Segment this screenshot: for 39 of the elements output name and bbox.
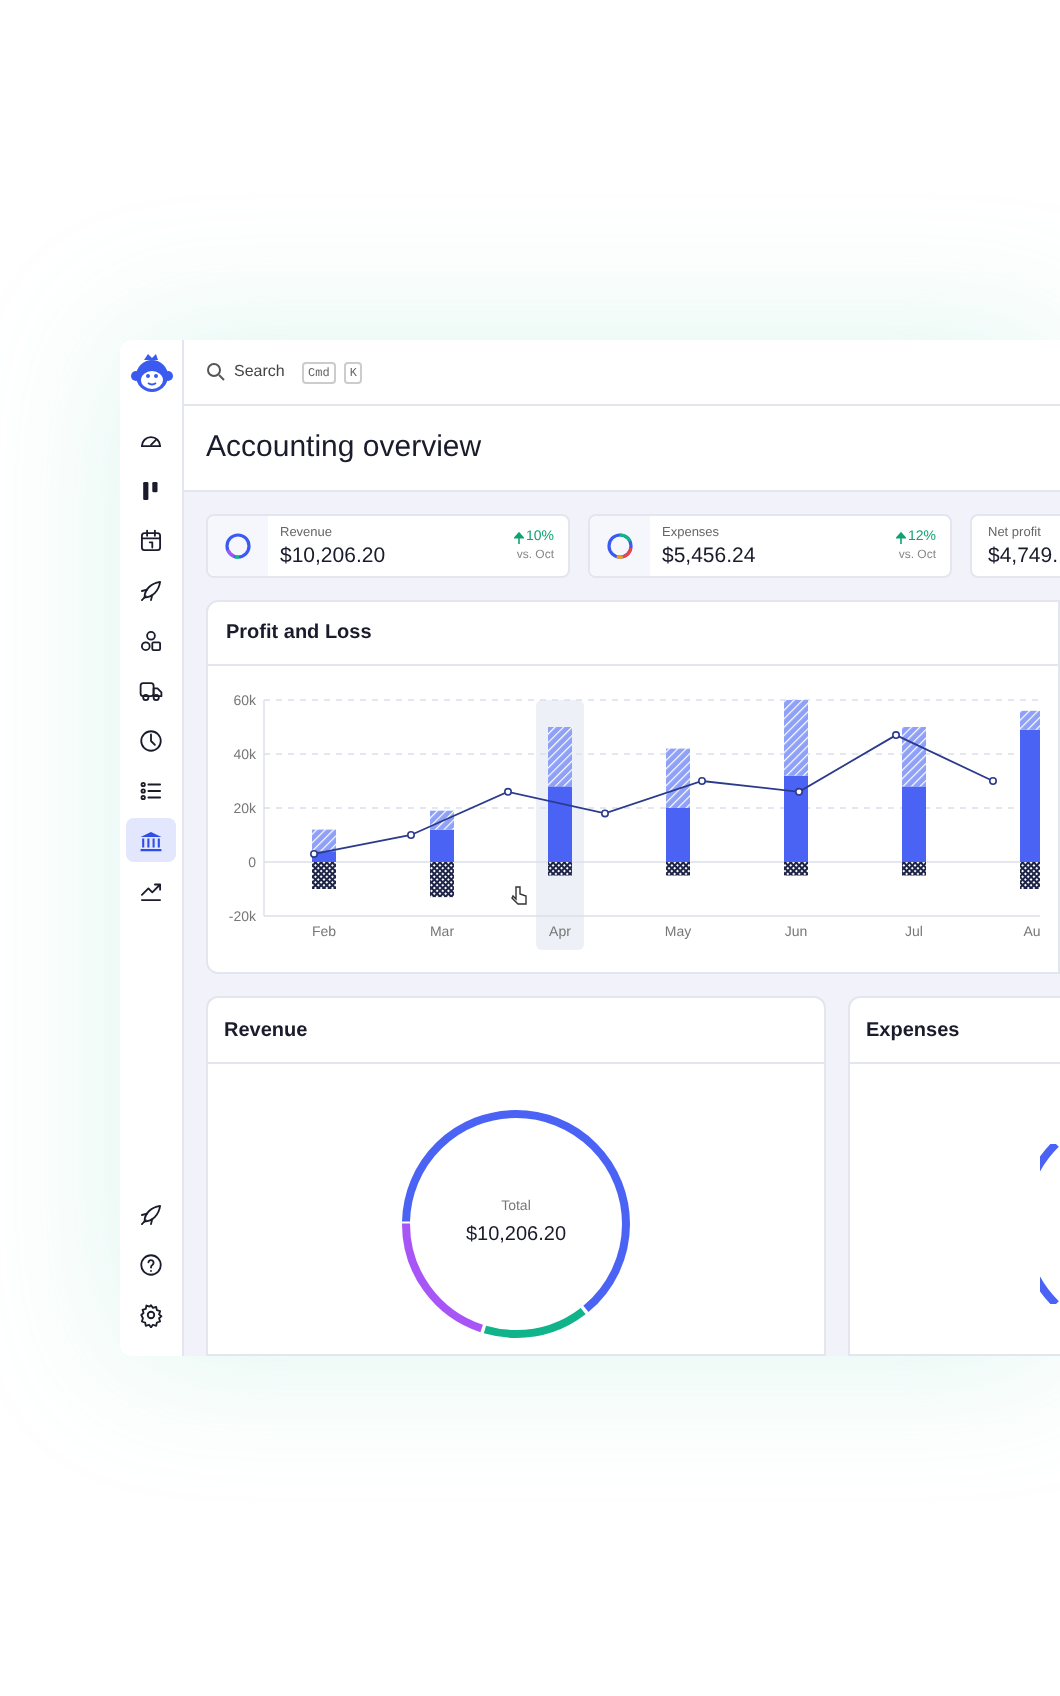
page-title: Accounting overview — [206, 427, 482, 468]
bar — [666, 748, 690, 808]
bar — [430, 862, 454, 898]
bar — [784, 700, 808, 776]
bar — [548, 727, 572, 787]
data-point — [698, 777, 706, 785]
card-title: Revenue — [224, 1017, 308, 1045]
data-point — [892, 731, 900, 740]
data-point — [407, 831, 415, 839]
logo-icon[interactable] — [129, 352, 173, 396]
arrow-up-icon — [895, 531, 906, 543]
card-title: Profit and Loss — [226, 620, 372, 648]
bank-icon — [138, 827, 164, 853]
clock-icon — [138, 727, 164, 753]
arrow-up-icon — [513, 531, 524, 543]
data-point — [504, 787, 512, 796]
total-value: $10,206.20 — [465, 1221, 567, 1250]
kpi-value: $4,749. — [988, 541, 1060, 569]
data-point — [310, 849, 318, 858]
kpi-value: $10,206.20 — [280, 541, 388, 569]
list-icon — [138, 777, 164, 803]
data-point — [795, 787, 803, 796]
search-icon — [206, 362, 226, 382]
shapes-icon — [138, 627, 164, 653]
data-point — [601, 809, 609, 818]
card-title: Expenses — [866, 1017, 960, 1045]
rocket-icon — [138, 577, 164, 603]
settings-icon — [138, 1301, 164, 1327]
truck-icon — [138, 677, 164, 703]
calendar-icon — [138, 527, 164, 553]
columns-icon — [138, 477, 164, 503]
help-icon — [138, 1251, 164, 1277]
nav-item[interactable] — [126, 818, 176, 862]
search-input[interactable]: Search — [234, 360, 294, 384]
bar — [902, 727, 926, 787]
kpi-value: $5,456.24 — [662, 541, 758, 569]
pointer-cursor-icon — [511, 886, 527, 905]
data-point — [989, 777, 997, 785]
rocket-icon — [138, 1201, 164, 1227]
